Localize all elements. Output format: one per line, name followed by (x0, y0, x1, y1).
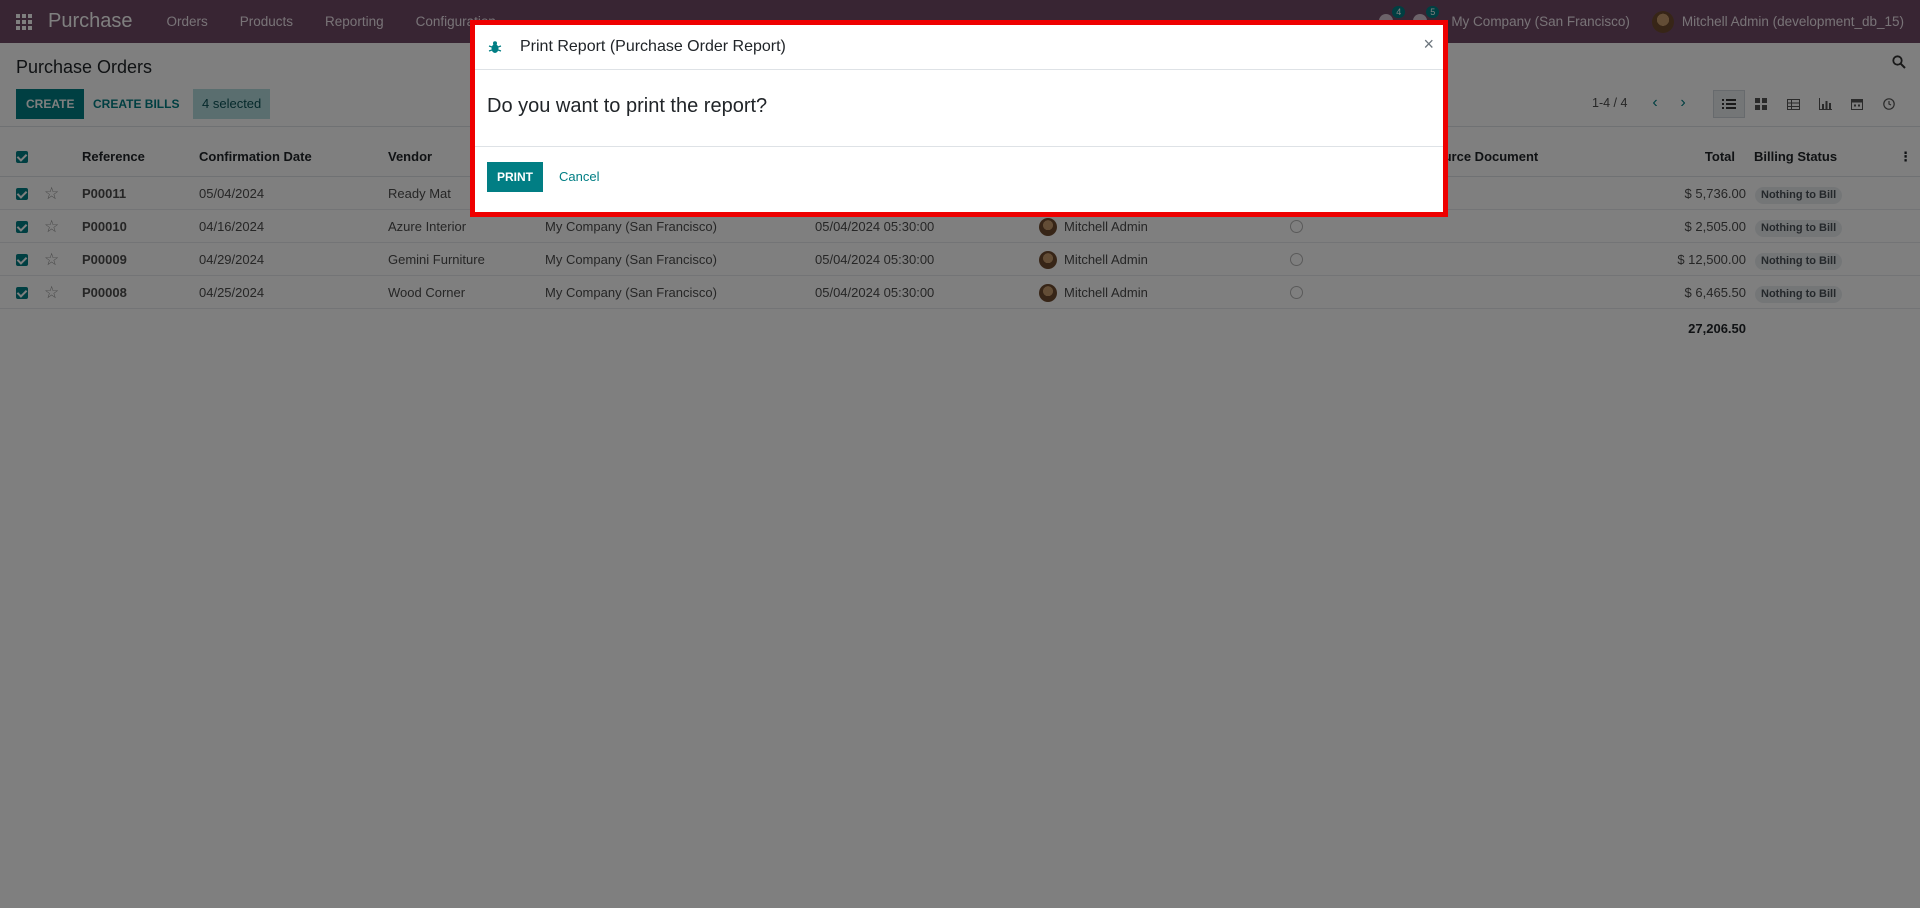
cancel-button[interactable]: Cancel (559, 162, 599, 192)
print-report-dialog: Print Report (Purchase Order Report) × D… (470, 20, 1448, 217)
dialog-footer: PRINT Cancel (475, 147, 1443, 212)
close-icon[interactable]: × (1423, 34, 1434, 55)
dialog-body: Do you want to print the report? (475, 70, 1443, 147)
print-button[interactable]: PRINT (487, 162, 543, 192)
bug-icon (488, 41, 502, 53)
dialog-question: Do you want to print the report? (487, 95, 768, 117)
dialog-header: Print Report (Purchase Order Report) × (475, 25, 1443, 70)
dialog-title: Print Report (Purchase Order Report) (520, 38, 786, 55)
